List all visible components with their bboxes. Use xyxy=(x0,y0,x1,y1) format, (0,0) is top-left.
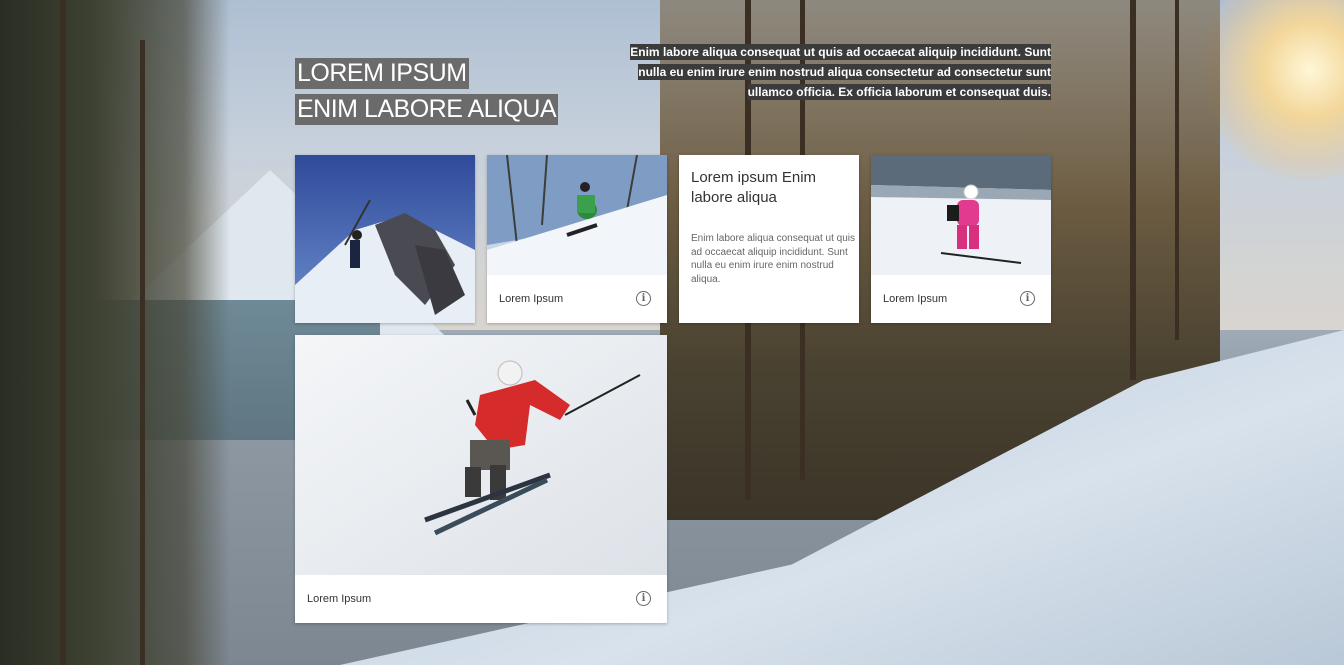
tree-trunk xyxy=(140,40,145,665)
hero-description: Enim labore aliqua consequat ut quis ad … xyxy=(620,42,1051,102)
card-caption: Lorem Ipsum xyxy=(307,593,372,605)
child-skier-photo xyxy=(871,155,1051,275)
hero-title-line-1: LOREM IPSUM xyxy=(295,58,469,89)
card-caption: Lorem Ipsum xyxy=(883,293,948,305)
text-card[interactable]: Lorem ipsum Enim labore aliqua Enim labo… xyxy=(679,155,859,323)
hero-title-line-2: ENIM LABORE ALIQUA xyxy=(295,94,559,125)
info-icon[interactable]: i xyxy=(636,291,651,306)
snowboarder-photo xyxy=(487,155,667,275)
photo-card-child-skier[interactable]: Lorem Ipsum i xyxy=(871,155,1051,323)
text-card-body: Enim labore aliqua consequat ut quis ad … xyxy=(691,233,855,285)
info-icon[interactable]: i xyxy=(636,591,651,606)
text-card-title: Lorem ipsum Enim labore aliqua xyxy=(691,169,817,206)
hero-title: LOREM IPSUM ENIM LABORE ALIQUA xyxy=(295,58,559,130)
card-caption: Lorem Ipsum xyxy=(499,293,564,305)
tree-trunk xyxy=(60,0,66,665)
tree-trunk xyxy=(1130,0,1136,380)
photo-card-snowboarder[interactable]: Lorem Ipsum i xyxy=(487,155,667,323)
hero-description-text: Enim labore aliqua consequat ut quis ad … xyxy=(630,44,1051,100)
photo-card-skier[interactable]: Lorem Ipsum i xyxy=(295,335,667,623)
skier-photo xyxy=(295,335,667,575)
tree-trunk xyxy=(1175,0,1179,340)
forest-trees-left xyxy=(0,0,230,665)
mountaineer-photo xyxy=(295,155,475,323)
info-icon[interactable]: i xyxy=(1020,291,1035,306)
photo-card-mountaineer[interactable] xyxy=(295,155,475,323)
